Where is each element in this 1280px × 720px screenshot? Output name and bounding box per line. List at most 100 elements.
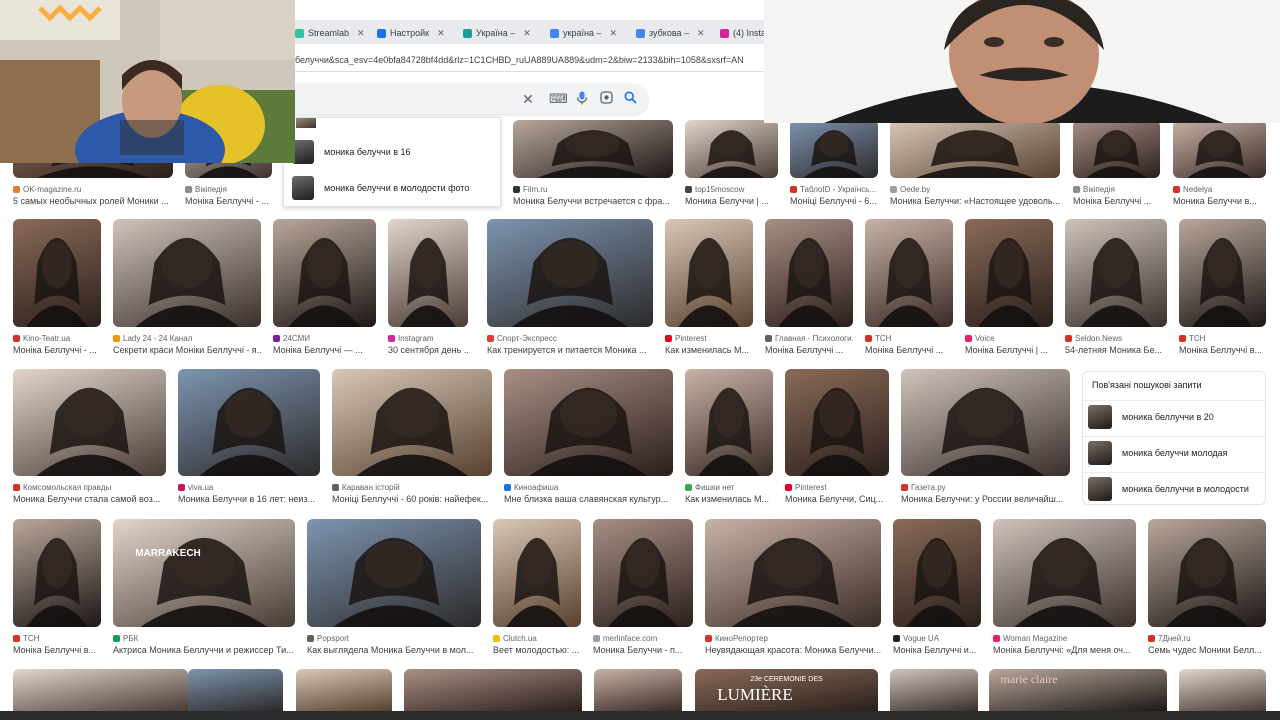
result-source[interactable]: РБК	[113, 634, 295, 643]
browser-tab[interactable]: Україна – ✕	[463, 24, 531, 42]
clear-icon[interactable]: ✕	[520, 91, 536, 107]
result-thumbnail[interactable]	[113, 219, 261, 327]
result-source[interactable]: ТСН	[13, 634, 101, 643]
result-thumbnail[interactable]	[1173, 120, 1266, 178]
result-title[interactable]: Моніка Беллуччі и...	[893, 645, 981, 655]
result-title[interactable]: Как изменилась М...	[685, 494, 773, 504]
result-title[interactable]: Мне близка ваша славянская культур...	[504, 494, 673, 504]
result-thumbnail[interactable]	[865, 219, 953, 327]
result-thumbnail[interactable]	[593, 519, 693, 627]
result-source[interactable]: Фишки нет	[685, 483, 773, 492]
result-source[interactable]: Газета.ру	[901, 483, 1070, 492]
result-source[interactable]: Pinterest	[665, 334, 753, 343]
result-title[interactable]: Моника Белуччи стала самой воз...	[13, 494, 166, 504]
result-title[interactable]: Моніка Беллуччі ...	[1073, 196, 1160, 206]
result-source[interactable]: Комсомольская правды	[13, 483, 166, 492]
result-source[interactable]: Instagram	[388, 334, 468, 343]
image-result-partial[interactable]	[890, 669, 978, 711]
result-thumbnail[interactable]	[790, 120, 878, 178]
result-title[interactable]: Как выглядела Моника Белуччи в мол...	[307, 645, 481, 655]
result-title[interactable]: Как изменилась М...	[665, 345, 753, 355]
result-thumbnail[interactable]	[890, 120, 1060, 178]
result-title[interactable]: Моника Белуччи | ...	[685, 196, 778, 206]
result-source[interactable]: Voice	[965, 334, 1053, 343]
result-title[interactable]: Моника Белуччи в...	[1173, 196, 1266, 206]
result-title[interactable]: Моніка Беллуччі в...	[1179, 345, 1266, 355]
result-thumbnail[interactable]	[513, 120, 673, 178]
result-thumbnail[interactable]	[705, 519, 881, 627]
result-thumbnail[interactable]	[273, 219, 376, 327]
result-thumbnail[interactable]	[493, 519, 581, 627]
result-thumbnail[interactable]	[113, 519, 295, 627]
result-thumbnail[interactable]	[1065, 219, 1167, 327]
result-title[interactable]: 30 сентября день ...	[388, 345, 468, 355]
address-url[interactable]: белуччи&sca_esv=4e0bfa84728bf4dd&rlz=1C1…	[295, 55, 744, 65]
result-title[interactable]: Актриса Моника Беллуччи и режиссер Ти...	[113, 645, 295, 655]
microphone-icon[interactable]	[574, 91, 590, 109]
result-source[interactable]: ТСН	[865, 334, 953, 343]
result-thumbnail[interactable]	[487, 219, 653, 327]
related-search-item[interactable]: моника белуччи молодая	[1083, 436, 1265, 468]
result-thumbnail[interactable]	[332, 369, 492, 476]
result-title[interactable]: Моника Белуччи встречается с фра...	[513, 196, 673, 206]
result-source[interactable]: Спорт-Экспресс	[487, 334, 653, 343]
result-title[interactable]: Моника Белуччи: «Настоящее удоволь...	[890, 196, 1060, 206]
result-source[interactable]: OK-magazine.ru	[13, 185, 173, 194]
result-source[interactable]: Вікіпедія	[1073, 185, 1160, 194]
related-search-item[interactable]: моника беллуччи в 20	[1083, 400, 1265, 432]
result-title[interactable]: Моніці Беллуччі - 60 років: найефек...	[332, 494, 492, 504]
result-title[interactable]: Моніка Беллуччі - ...	[185, 196, 272, 206]
result-title[interactable]: Веет молодостью: ...	[493, 645, 581, 655]
result-title[interactable]: 5 самых необычных ролей Моники ...	[13, 196, 173, 206]
result-thumbnail[interactable]	[901, 369, 1070, 476]
image-result-partial[interactable]	[188, 669, 283, 711]
browser-tab[interactable]: (4) Insta	[720, 24, 764, 42]
tab-close-icon[interactable]: ✕	[697, 28, 705, 39]
result-source[interactable]: 7Дней.ru	[1148, 634, 1266, 643]
search-icon[interactable]	[622, 91, 638, 108]
result-thumbnail[interactable]	[1073, 120, 1160, 178]
result-thumbnail[interactable]	[1179, 219, 1266, 327]
result-thumbnail[interactable]	[685, 120, 778, 178]
result-thumbnail[interactable]	[893, 519, 981, 627]
address-bar[interactable]: белуччи&sca_esv=4e0bfa84728bf4dd&rlz=1C1…	[295, 48, 764, 72]
image-result-partial[interactable]	[296, 669, 392, 711]
result-thumbnail[interactable]	[13, 219, 101, 327]
result-title[interactable]: Моніці Беллуччі - 6...	[790, 196, 878, 206]
result-title[interactable]: Моніка Беллуччі в...	[13, 645, 101, 655]
tab-close-icon[interactable]: ✕	[357, 28, 365, 39]
result-source[interactable]: КиноРепортер	[705, 634, 881, 643]
result-title[interactable]: 54-летняя Моника Бе...	[1065, 345, 1167, 355]
result-thumbnail[interactable]	[1148, 519, 1266, 627]
result-thumbnail[interactable]	[307, 519, 481, 627]
result-title[interactable]: Неувядающая красота: Моника Белуччи...	[705, 645, 881, 655]
result-source[interactable]: ТаблоID - Українсь...	[790, 185, 878, 194]
tab-close-icon[interactable]: ✕	[523, 28, 531, 39]
result-source[interactable]: Вікіпедія	[185, 185, 272, 194]
result-source[interactable]: Seldon.News	[1065, 334, 1167, 343]
browser-tab[interactable]: Streamlab ✕	[295, 24, 365, 42]
result-title[interactable]: Моника Белуччи в 16 лет: неиз...	[178, 494, 320, 504]
result-source[interactable]: viva.ua	[178, 483, 320, 492]
result-title[interactable]: Моника Белуччи: у России величайш...	[901, 494, 1070, 504]
related-search-item[interactable]: моника беллуччи в молодости	[1083, 472, 1265, 504]
result-source[interactable]: Lady 24 - 24 Канал	[113, 334, 261, 343]
image-result-partial[interactable]	[594, 669, 682, 711]
result-title[interactable]: Моніка Беллуччі: «Для меня оч...	[993, 645, 1136, 655]
suggestion-item[interactable]: моника белуччи в молодости фото	[292, 174, 469, 202]
result-source[interactable]: Film.ru	[513, 185, 673, 194]
result-thumbnail[interactable]	[13, 369, 166, 476]
result-source[interactable]: Pinterest	[785, 483, 889, 492]
result-source[interactable]: Vogue UA	[893, 634, 981, 643]
result-title[interactable]: Моніка Беллуччі - ...	[13, 345, 101, 355]
result-title[interactable]: Как тренируется и питается Моника ...	[487, 345, 653, 355]
tab-close-icon[interactable]: ✕	[437, 28, 445, 39]
result-title[interactable]: Моника Белуччи, Сиц...	[785, 494, 889, 504]
browser-tab[interactable]: зубкова – ✕	[636, 24, 705, 42]
result-title[interactable]: Моника Белуччи - п...	[593, 645, 693, 655]
image-result-partial[interactable]	[13, 669, 188, 711]
result-title[interactable]: Моніка Беллуччі | ...	[965, 345, 1053, 355]
result-thumbnail[interactable]	[13, 519, 101, 627]
result-source[interactable]: Oede.by	[890, 185, 1060, 194]
lens-icon[interactable]	[598, 91, 614, 108]
